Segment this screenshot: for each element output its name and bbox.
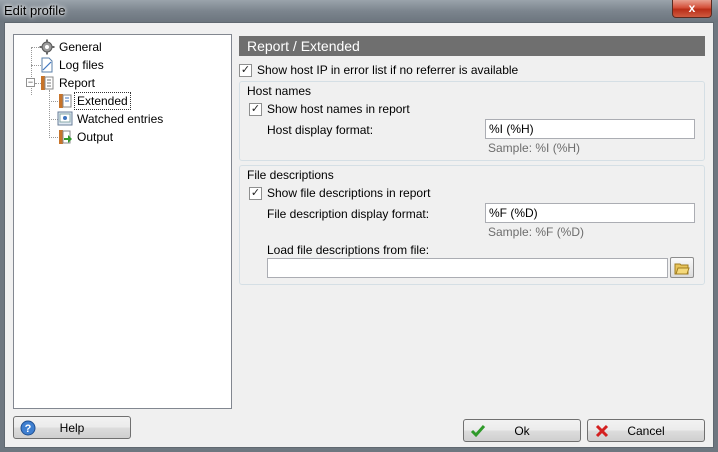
host-format-sample: Sample: %I (%H): [488, 141, 581, 155]
help-icon: ?: [20, 420, 36, 436]
host-display-format-input[interactable]: %I (%H): [485, 119, 695, 139]
show-file-descriptions-checkbox[interactable]: ✓ Show file descriptions in report: [249, 186, 430, 200]
tree-item-report[interactable]: Report: [39, 74, 97, 92]
show-file-descriptions-label: Show file descriptions in report: [267, 186, 431, 200]
tree-item-label: Watched entries: [77, 112, 164, 126]
window-title: Edit profile: [4, 3, 66, 18]
tree-item-label: Log files: [59, 58, 104, 72]
file-format-sample: Sample: %F (%D): [488, 225, 585, 239]
checkbox-check-icon: ✓: [249, 186, 262, 200]
load-file-descriptions-label: Load file descriptions from file:: [267, 243, 430, 257]
show-host-names-checkbox[interactable]: ✓ Show host names in report: [249, 102, 410, 116]
cancel-x-icon: [594, 423, 610, 439]
output-icon: [57, 129, 73, 145]
help-button[interactable]: ? Help: [13, 416, 131, 439]
document-icon: [39, 57, 55, 73]
gear-icon: [39, 39, 55, 55]
watched-entries-icon: [57, 111, 73, 127]
dialog-client: − General Log files Report Extended Watc…: [4, 22, 714, 448]
show-host-ip-label: Show host IP in error list if no referre…: [257, 63, 519, 77]
tree-item-label: General: [59, 40, 102, 54]
report-icon: [39, 75, 55, 91]
checkbox-check-icon: ✓: [239, 63, 252, 77]
close-button[interactable]: x: [672, 0, 712, 18]
checkbox-check-icon: ✓: [249, 102, 262, 116]
show-host-ip-checkbox[interactable]: ✓ Show host IP in error list if no refer…: [239, 63, 518, 77]
panel-header: Report / Extended: [239, 36, 705, 56]
svg-text:?: ?: [25, 423, 32, 435]
file-description-format-label: File description display format:: [267, 207, 430, 221]
tree-item-label: Output: [77, 130, 114, 144]
title-bar: Edit profile x: [0, 0, 718, 22]
report-page-icon: [57, 93, 73, 109]
file-description-format-input[interactable]: %F (%D): [485, 203, 695, 223]
host-names-group: Host names ✓ Show host names in report H…: [239, 81, 705, 161]
close-icon: x: [688, 1, 696, 15]
load-file-descriptions-input[interactable]: [267, 258, 668, 278]
tree-item-label: Extended: [74, 92, 131, 110]
cancel-button[interactable]: Cancel: [587, 419, 705, 442]
file-descriptions-group: File descriptions ✓ Show file descriptio…: [239, 165, 705, 285]
tree-item-general[interactable]: General: [39, 38, 104, 56]
profile-tree[interactable]: − General Log files Report Extended Watc…: [13, 34, 232, 409]
show-host-names-label: Show host names in report: [267, 102, 410, 116]
file-descriptions-group-title: File descriptions: [247, 168, 334, 182]
tree-item-watched-entries[interactable]: Watched entries: [57, 110, 165, 128]
tree-item-extended[interactable]: Extended: [57, 92, 131, 110]
host-names-group-title: Host names: [247, 84, 312, 98]
checkmark-icon: [470, 423, 486, 439]
tree-line: [31, 47, 32, 95]
ok-button[interactable]: Ok: [463, 419, 581, 442]
tree-item-label: Report: [59, 76, 96, 90]
folder-open-icon: [674, 260, 690, 279]
host-display-format-label: Host display format:: [267, 123, 374, 137]
tree-item-output[interactable]: Output: [57, 128, 115, 146]
tree-item-log-files[interactable]: Log files: [39, 56, 106, 74]
browse-file-button[interactable]: [670, 257, 694, 278]
tree-collapse-toggle[interactable]: −: [26, 78, 35, 87]
tree-line: [49, 90, 50, 138]
